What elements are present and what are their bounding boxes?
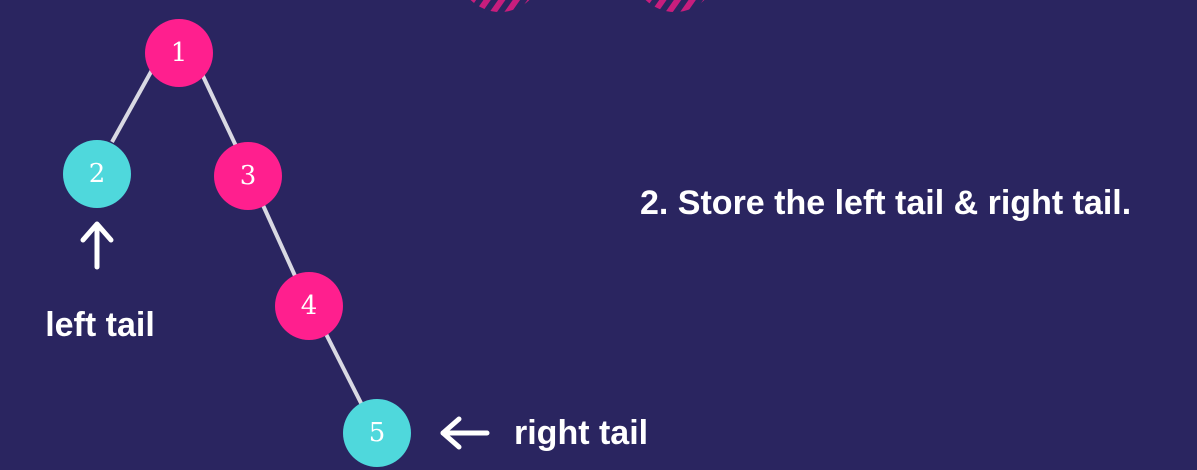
- right-tail-label: right tail: [514, 414, 648, 452]
- tree-node-2: 2: [63, 140, 131, 208]
- tree-node-4: 4: [275, 272, 343, 340]
- tree-node-3: 3: [214, 142, 282, 210]
- tree-diagram: 1 2 3 4 5 left tail right tail 2. Store …: [45, 0, 1131, 467]
- tree-node-5-label: 5: [369, 418, 386, 448]
- left-tail-label: left tail: [45, 306, 155, 344]
- decor-striped-circle-right: [645, 0, 705, 12]
- edges: [110, 69, 364, 406]
- arrow-left-icon: [440, 416, 490, 450]
- tree-node-5: 5: [343, 399, 411, 467]
- arrow-up-icon: [80, 221, 114, 270]
- tree-node-2-label: 2: [89, 159, 106, 189]
- decor-striped-circle-left: [470, 0, 530, 12]
- step-instruction: 2. Store the left tail & right tail.: [640, 184, 1131, 222]
- edge-4-5: [323, 331, 364, 406]
- tree-node-4-label: 4: [301, 291, 318, 321]
- edge-3-4: [260, 202, 298, 279]
- tree-node-3-label: 3: [240, 161, 257, 191]
- edge-1-3: [200, 73, 238, 147]
- tree-node-1-label: 1: [171, 38, 188, 68]
- edge-1-2: [110, 69, 154, 143]
- tree-node-1: 1: [145, 19, 213, 87]
